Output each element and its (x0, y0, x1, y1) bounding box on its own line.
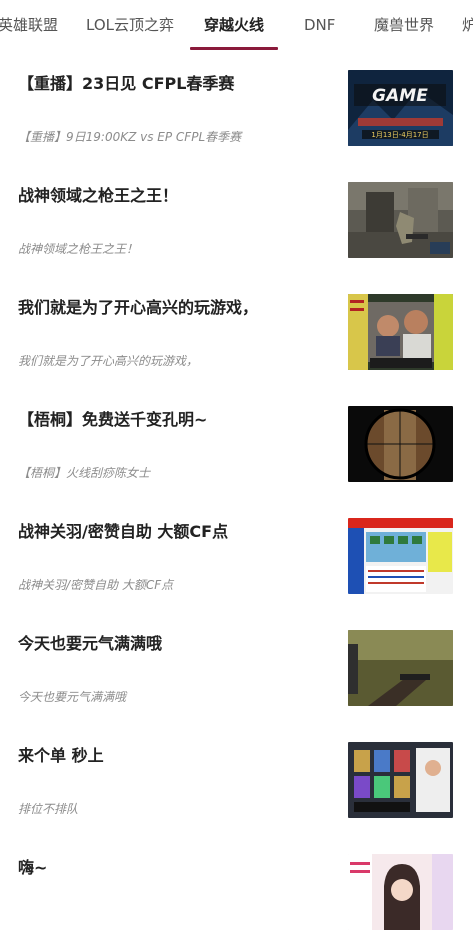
tab-crossfire[interactable]: 穿越火线 (204, 14, 264, 36)
stream-title: 今天也要元气满满哦 (18, 634, 163, 653)
stream-card[interactable]: 【重播】23日见 CFPL春季赛 【重播】9日19:00KZ vs EP CFP… (0, 52, 473, 165)
stream-card[interactable]: 来个单 秒上 排位不排队 (0, 724, 473, 837)
tab-wow[interactable]: 魔兽世界 (374, 14, 434, 36)
stream-thumbnail (348, 294, 453, 370)
category-tab-bar: 英雄联盟 LOL云顶之弈 穿越火线 DNF 魔兽世界 炉 (0, 0, 473, 52)
stream-title: 【梧桐】免费送千变孔明~ (18, 410, 208, 429)
stream-subtitle: 我们就是为了开心高兴的玩游戏， (18, 354, 199, 368)
thumb-date-text: 1月13日-4月17日 (371, 131, 428, 139)
stream-thumbnail (348, 630, 453, 706)
tab-hearthstone[interactable]: 炉 (462, 14, 473, 36)
stream-subtitle: 【重播】9日19:00KZ vs EP CFPL春季赛 (18, 130, 242, 144)
stream-thumbnail (348, 182, 453, 258)
stream-card[interactable]: 我们就是为了开心高兴的玩游戏， 我们就是为了开心高兴的玩游戏， (0, 276, 473, 389)
stream-thumbnail (348, 406, 453, 482)
stream-subtitle: 【梧桐】火线刮痧陈女士 (18, 466, 151, 480)
stream-card[interactable]: 【梧桐】免费送千变孔明~ 【梧桐】火线刮痧陈女士 (0, 388, 473, 501)
tab-lol[interactable]: 英雄联盟 (0, 14, 58, 36)
stream-card[interactable]: 战神关羽/密赞自助 大额CF点 战神关羽/密赞自助 大额CF点 (0, 500, 473, 613)
active-tab-indicator (190, 47, 278, 50)
stream-title: 战神领域之枪王之王！ (18, 186, 179, 205)
tab-dnf[interactable]: DNF (304, 14, 335, 36)
stream-title: 嗨~ (18, 858, 48, 877)
stream-card[interactable]: 嗨~ (0, 836, 473, 948)
stream-card[interactable]: 战神领域之枪王之王！ 战神领域之枪王之王！ (0, 164, 473, 277)
stream-subtitle: 战神领域之枪王之王！ (18, 242, 139, 256)
stream-subtitle: 战神关羽/密赞自助 大额CF点 (18, 578, 174, 592)
stream-subtitle: 排位不排队 (18, 802, 79, 816)
stream-thumbnail: GAME 1月13日-4月17日 (348, 70, 453, 146)
svg-text:GAME: GAME (372, 86, 428, 106)
stream-card[interactable]: 今天也要元气满满哦 今天也要元气满满哦 (0, 612, 473, 725)
stream-thumbnail (348, 742, 453, 818)
tab-lol-tft[interactable]: LOL云顶之弈 (86, 14, 174, 36)
stream-title: 来个单 秒上 (18, 746, 104, 765)
stream-subtitle: 今天也要元气满满哦 (18, 690, 127, 704)
stream-thumbnail (348, 518, 453, 594)
stream-thumbnail (348, 854, 453, 930)
stream-title: 【重播】23日见 CFPL春季赛 (18, 74, 235, 93)
stream-title: 我们就是为了开心高兴的玩游戏， (18, 298, 259, 317)
stream-title: 战神关羽/密赞自助 大额CF点 (18, 522, 229, 541)
